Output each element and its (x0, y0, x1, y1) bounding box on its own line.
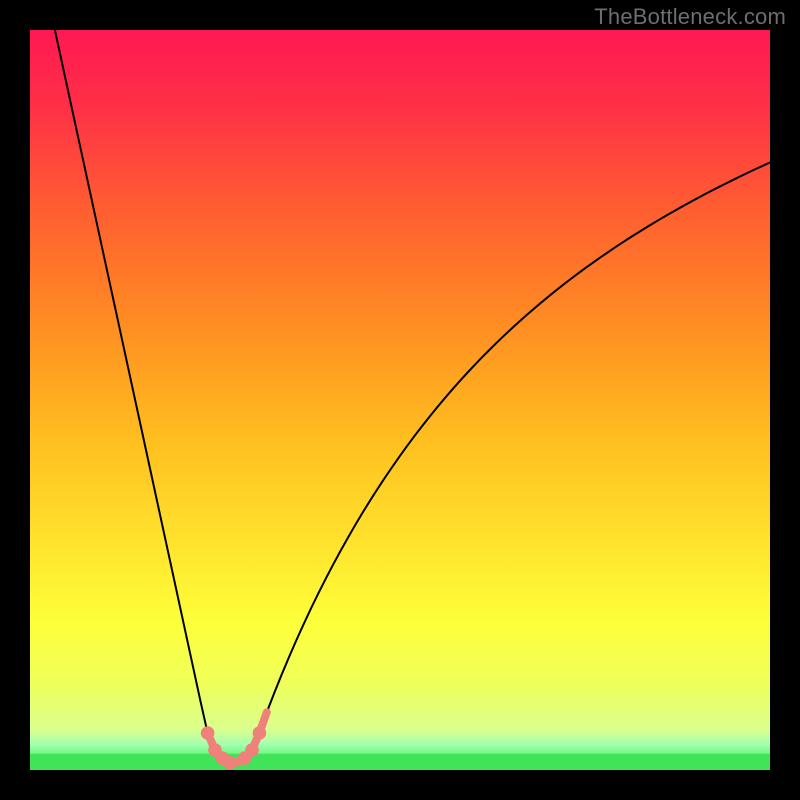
marker-dot (245, 743, 259, 757)
gradient-background (30, 30, 770, 770)
watermark-text: TheBottleneck.com (594, 4, 786, 30)
marker-dot (201, 726, 215, 740)
green-band (30, 754, 770, 770)
plot-area (30, 30, 770, 770)
marker-dot (253, 726, 267, 740)
chart-root: TheBottleneck.com (0, 0, 800, 800)
marker-dot (223, 756, 237, 770)
chart-svg (30, 30, 770, 770)
